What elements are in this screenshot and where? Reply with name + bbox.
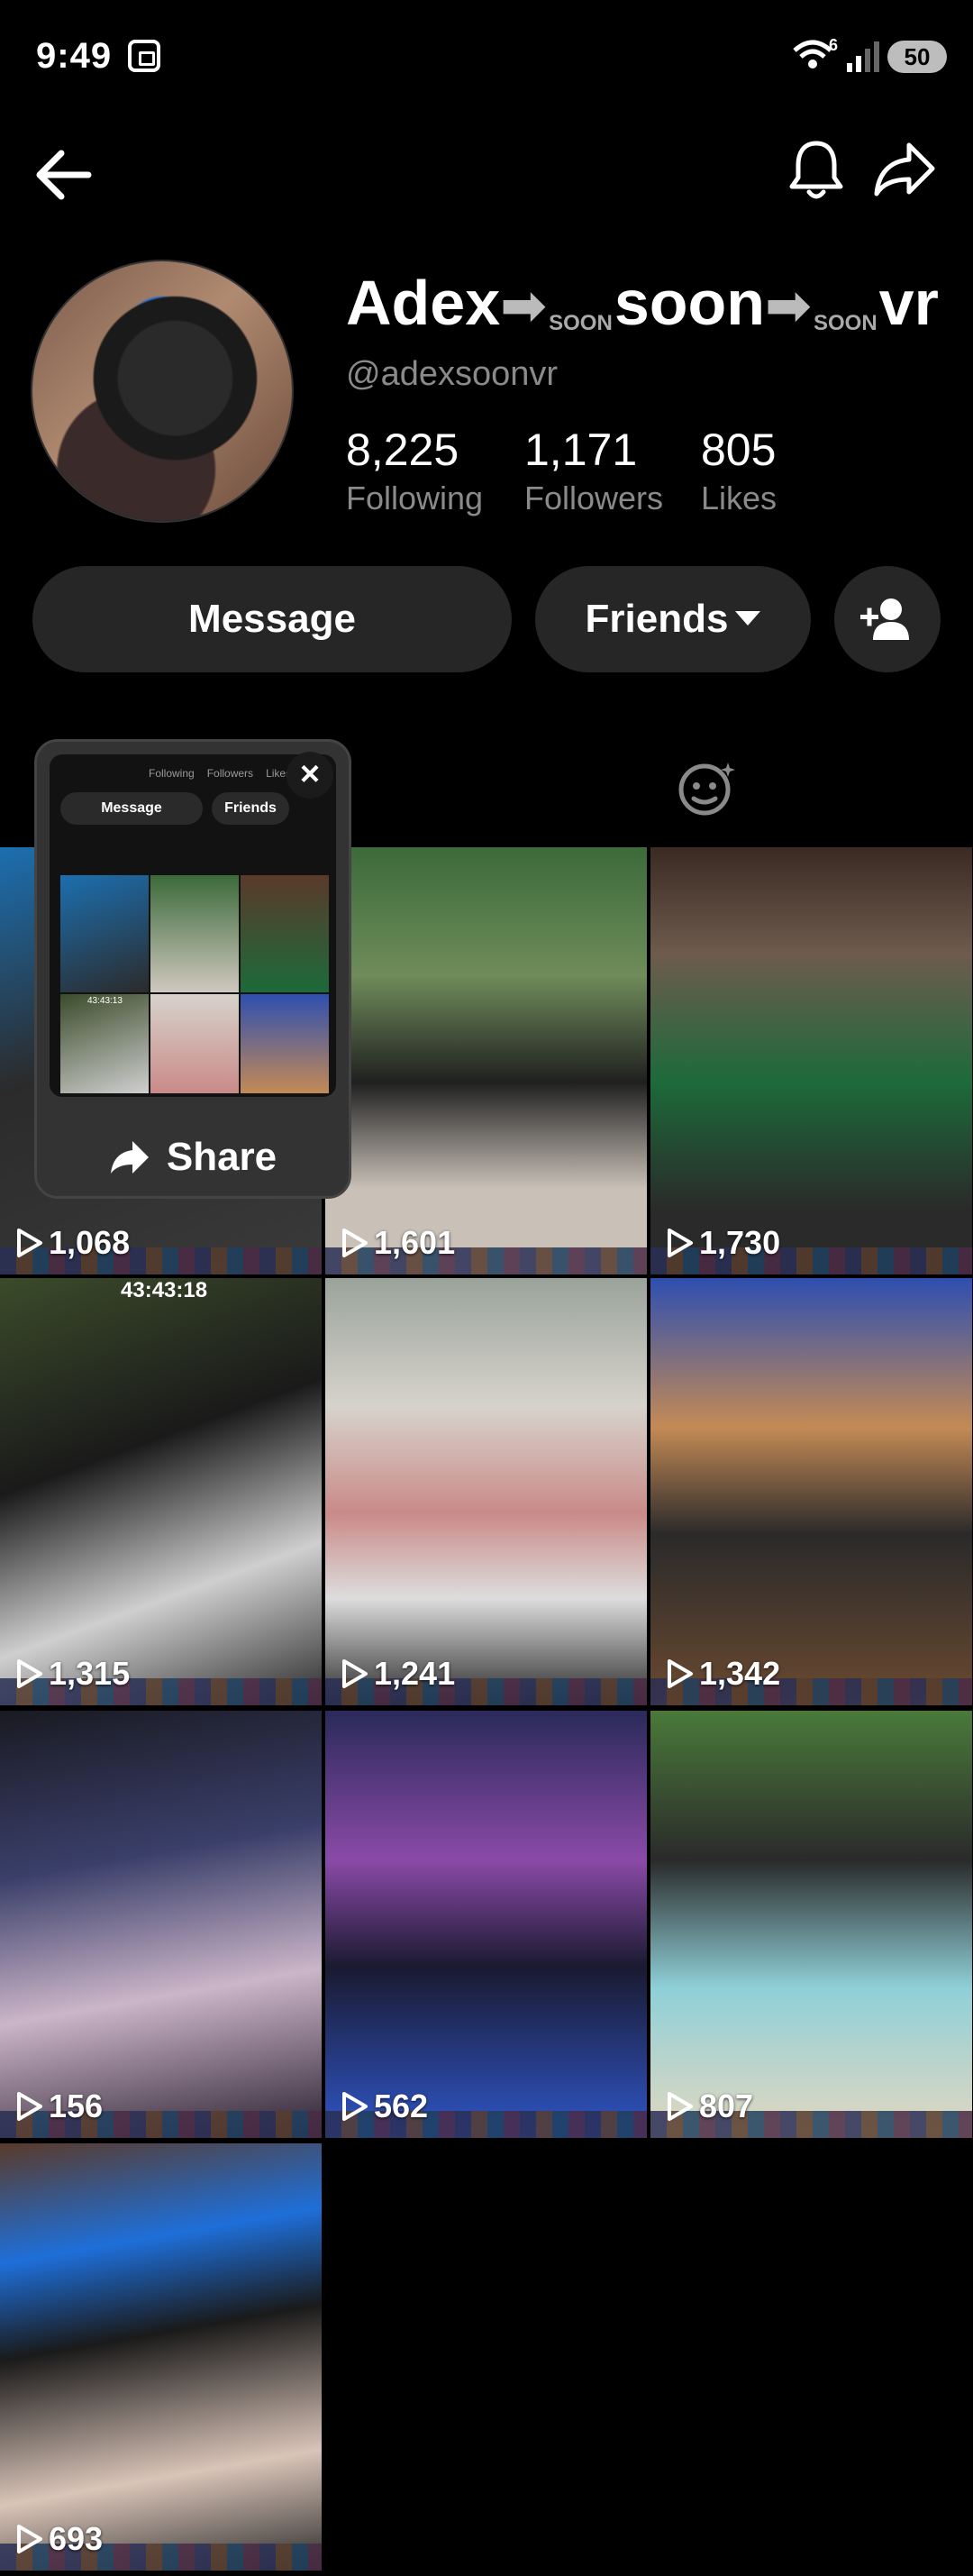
avatar[interactable] bbox=[32, 261, 292, 521]
video-tile[interactable]: 1,730 bbox=[650, 847, 972, 1274]
back-arrow-icon bbox=[36, 150, 92, 200]
share-profile-button[interactable] bbox=[868, 133, 941, 206]
video-tile[interactable]: 562 bbox=[325, 1711, 647, 2138]
bell-icon bbox=[789, 141, 843, 199]
preview-thumb bbox=[150, 875, 239, 992]
caret-down-icon bbox=[735, 611, 761, 626]
view-count: 1,068 bbox=[16, 1224, 130, 1262]
stat-likes[interactable]: 805 Likes bbox=[701, 424, 777, 517]
add-friend-button[interactable] bbox=[834, 566, 941, 672]
view-count: 807 bbox=[667, 2087, 753, 2125]
stat-value: 805 bbox=[701, 425, 777, 475]
play-icon bbox=[342, 2092, 368, 2121]
wifi-icon bbox=[793, 40, 832, 69]
preview-thumb bbox=[150, 994, 239, 1093]
view-count: 1,241 bbox=[341, 1655, 455, 1693]
video-tile[interactable]: 156 bbox=[0, 1711, 322, 2138]
stat-label: Followers bbox=[524, 480, 664, 516]
preview-thumb bbox=[241, 875, 329, 992]
preview-message-button: Message bbox=[60, 792, 203, 825]
video-tile[interactable]: 1,241 bbox=[325, 1278, 647, 1705]
stat-value: 8,225 bbox=[346, 425, 459, 475]
share-screenshot-button[interactable]: Share bbox=[37, 1135, 349, 1180]
play-icon bbox=[342, 1659, 368, 1688]
share-arrow-icon bbox=[110, 1141, 149, 1174]
view-count: 156 bbox=[16, 2087, 103, 2125]
display-name: Adex➡SOONsoon➡SOONvr bbox=[346, 268, 939, 338]
message-button-label: Message bbox=[188, 597, 356, 641]
screenshot-icon bbox=[128, 40, 160, 72]
view-count: 1,730 bbox=[667, 1224, 780, 1262]
play-icon bbox=[668, 1229, 693, 1257]
friends-button[interactable]: Friends bbox=[535, 566, 811, 672]
view-count: 693 bbox=[16, 2520, 103, 2558]
signal-icon bbox=[847, 41, 879, 72]
stat-following[interactable]: 8,225 Following bbox=[346, 424, 483, 517]
play-icon bbox=[17, 2525, 42, 2553]
add-friend-icon bbox=[860, 598, 909, 640]
screenshot-preview[interactable]: Following Followers Likes Message Friends … bbox=[50, 754, 336, 1097]
close-popup-button[interactable]: × bbox=[286, 752, 333, 799]
play-icon bbox=[17, 1659, 42, 1688]
preview-friends-button: Friends bbox=[212, 792, 289, 825]
stat-label: Likes bbox=[701, 480, 777, 516]
share-label: Share bbox=[166, 1135, 277, 1179]
video-tile[interactable]: 807 bbox=[650, 1711, 972, 2138]
video-tile[interactable]: 1,342 bbox=[650, 1278, 972, 1705]
preview-thumb bbox=[60, 875, 149, 992]
video-tile[interactable]: 693 bbox=[0, 2143, 322, 2571]
view-count: 562 bbox=[341, 2087, 428, 2125]
friends-button-label: Friends bbox=[585, 597, 729, 641]
stat-label: Following bbox=[346, 480, 484, 516]
back-button[interactable] bbox=[27, 139, 99, 211]
view-count: 1,315 bbox=[16, 1655, 130, 1693]
play-icon bbox=[668, 1659, 693, 1688]
view-count: 1,601 bbox=[341, 1224, 455, 1262]
preview-thumb: 43:43:13 bbox=[60, 994, 149, 1093]
screenshot-share-popup[interactable]: Following Followers Likes Message Friends … bbox=[34, 739, 351, 1199]
notifications-button[interactable] bbox=[780, 132, 852, 209]
stat-followers[interactable]: 1,171 Followers bbox=[524, 424, 663, 517]
share-arrow-icon bbox=[874, 142, 935, 196]
repost-tab-icon[interactable] bbox=[677, 759, 741, 817]
play-icon bbox=[17, 2092, 42, 2121]
view-count: 1,342 bbox=[667, 1655, 780, 1693]
video-tile[interactable]: 43:43:18 1,315 bbox=[0, 1278, 322, 1705]
play-icon bbox=[668, 2092, 693, 2121]
play-icon bbox=[17, 1229, 42, 1257]
stat-value: 1,171 bbox=[524, 425, 638, 475]
battery-indicator: 50 bbox=[887, 41, 947, 73]
preview-stats: Following Followers Likes bbox=[149, 767, 292, 780]
video-overlay-timestamp: 43:43:18 bbox=[121, 1278, 208, 1302]
preview-thumb bbox=[241, 994, 329, 1093]
wifi-generation-label: 6 bbox=[829, 36, 839, 54]
play-icon bbox=[342, 1229, 368, 1257]
username-handle: @adexsoonvr bbox=[346, 355, 559, 393]
status-time: 9:49 bbox=[36, 36, 113, 76]
message-button[interactable]: Message bbox=[32, 566, 512, 672]
video-tile[interactable]: 1,601 bbox=[325, 847, 647, 1274]
